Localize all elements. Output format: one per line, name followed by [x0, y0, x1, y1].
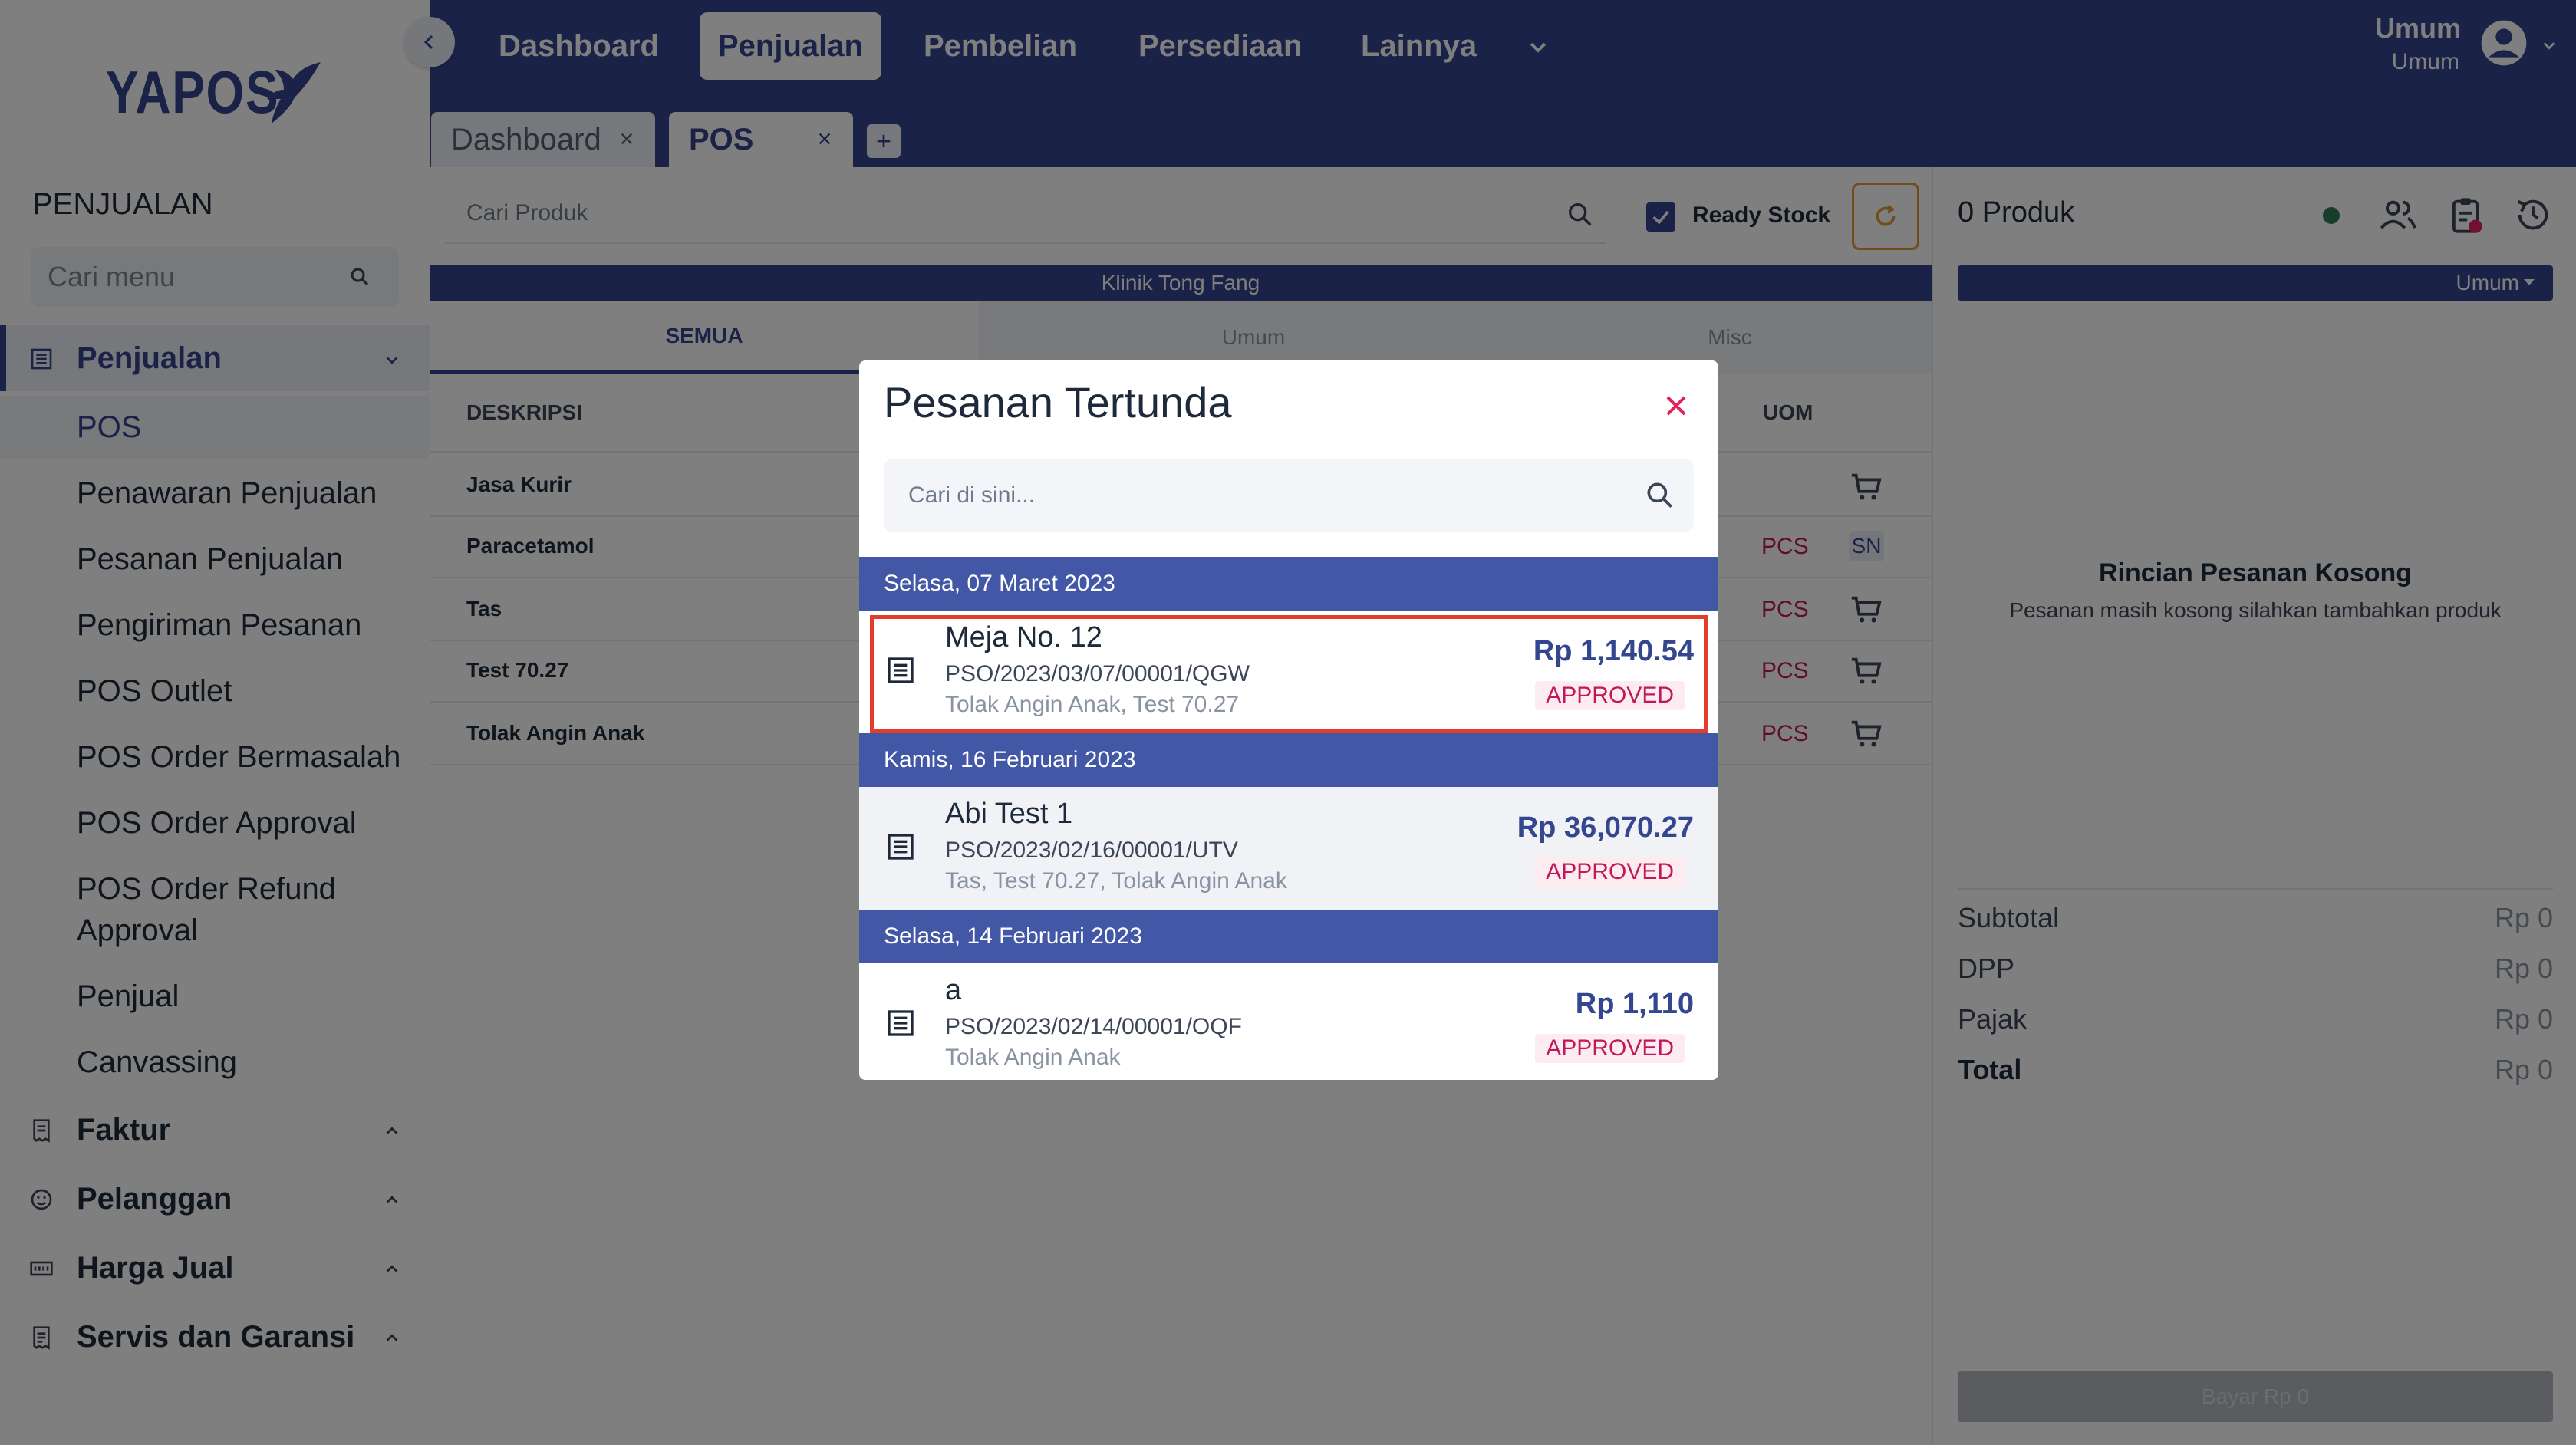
- order-items: Tas, Test 70.27, Tolak Angin Anak: [945, 868, 1287, 894]
- pending-order-row[interactable]: a PSO/2023/02/14/00001/OQF Tolak Angin A…: [859, 963, 1718, 1080]
- pending-order-row[interactable]: Meja No. 12 PSO/2023/03/07/00001/QGW Tol…: [859, 611, 1718, 733]
- search-icon[interactable]: [1643, 479, 1677, 512]
- modal-search-input[interactable]: [908, 482, 1599, 509]
- date-group-header: Selasa, 07 Maret 2023: [859, 557, 1718, 611]
- order-list-icon: [888, 834, 914, 860]
- pending-orders-modal: Pesanan Tertunda Selasa, 07 Maret 2023 M…: [859, 360, 1718, 1080]
- pending-order-row[interactable]: Abi Test 1 PSO/2023/02/16/00001/UTV Tas,…: [859, 787, 1718, 910]
- status-badge: APPROVED: [1535, 1034, 1685, 1063]
- order-items: Tolak Angin Anak, Test 70.27: [945, 692, 1240, 717]
- order-price: Rp 1,140.54: [1533, 635, 1694, 667]
- modal-search[interactable]: [884, 459, 1694, 532]
- order-items: Tolak Angin Anak: [945, 1045, 1121, 1070]
- order-code: PSO/2023/03/07/00001/QGW: [945, 661, 1250, 686]
- order-name: Abi Test 1: [945, 798, 1073, 830]
- modal-title: Pesanan Tertunda: [884, 378, 1232, 426]
- order-list-icon: [888, 1010, 914, 1036]
- order-name: a: [945, 974, 962, 1006]
- order-code: PSO/2023/02/16/00001/UTV: [945, 838, 1238, 863]
- order-name: Meja No. 12: [945, 621, 1102, 653]
- order-code: PSO/2023/02/14/00001/OQF: [945, 1014, 1242, 1039]
- status-badge: APPROVED: [1535, 681, 1685, 710]
- date-group-header: Selasa, 14 Februari 2023: [859, 910, 1718, 963]
- status-badge: APPROVED: [1535, 857, 1685, 887]
- order-price: Rp 36,070.27: [1517, 811, 1694, 844]
- close-icon[interactable]: [1662, 391, 1691, 420]
- date-group-header: Kamis, 16 Februari 2023: [859, 733, 1718, 787]
- order-price: Rp 1,110: [1575, 988, 1694, 1020]
- order-list-icon: [888, 657, 914, 683]
